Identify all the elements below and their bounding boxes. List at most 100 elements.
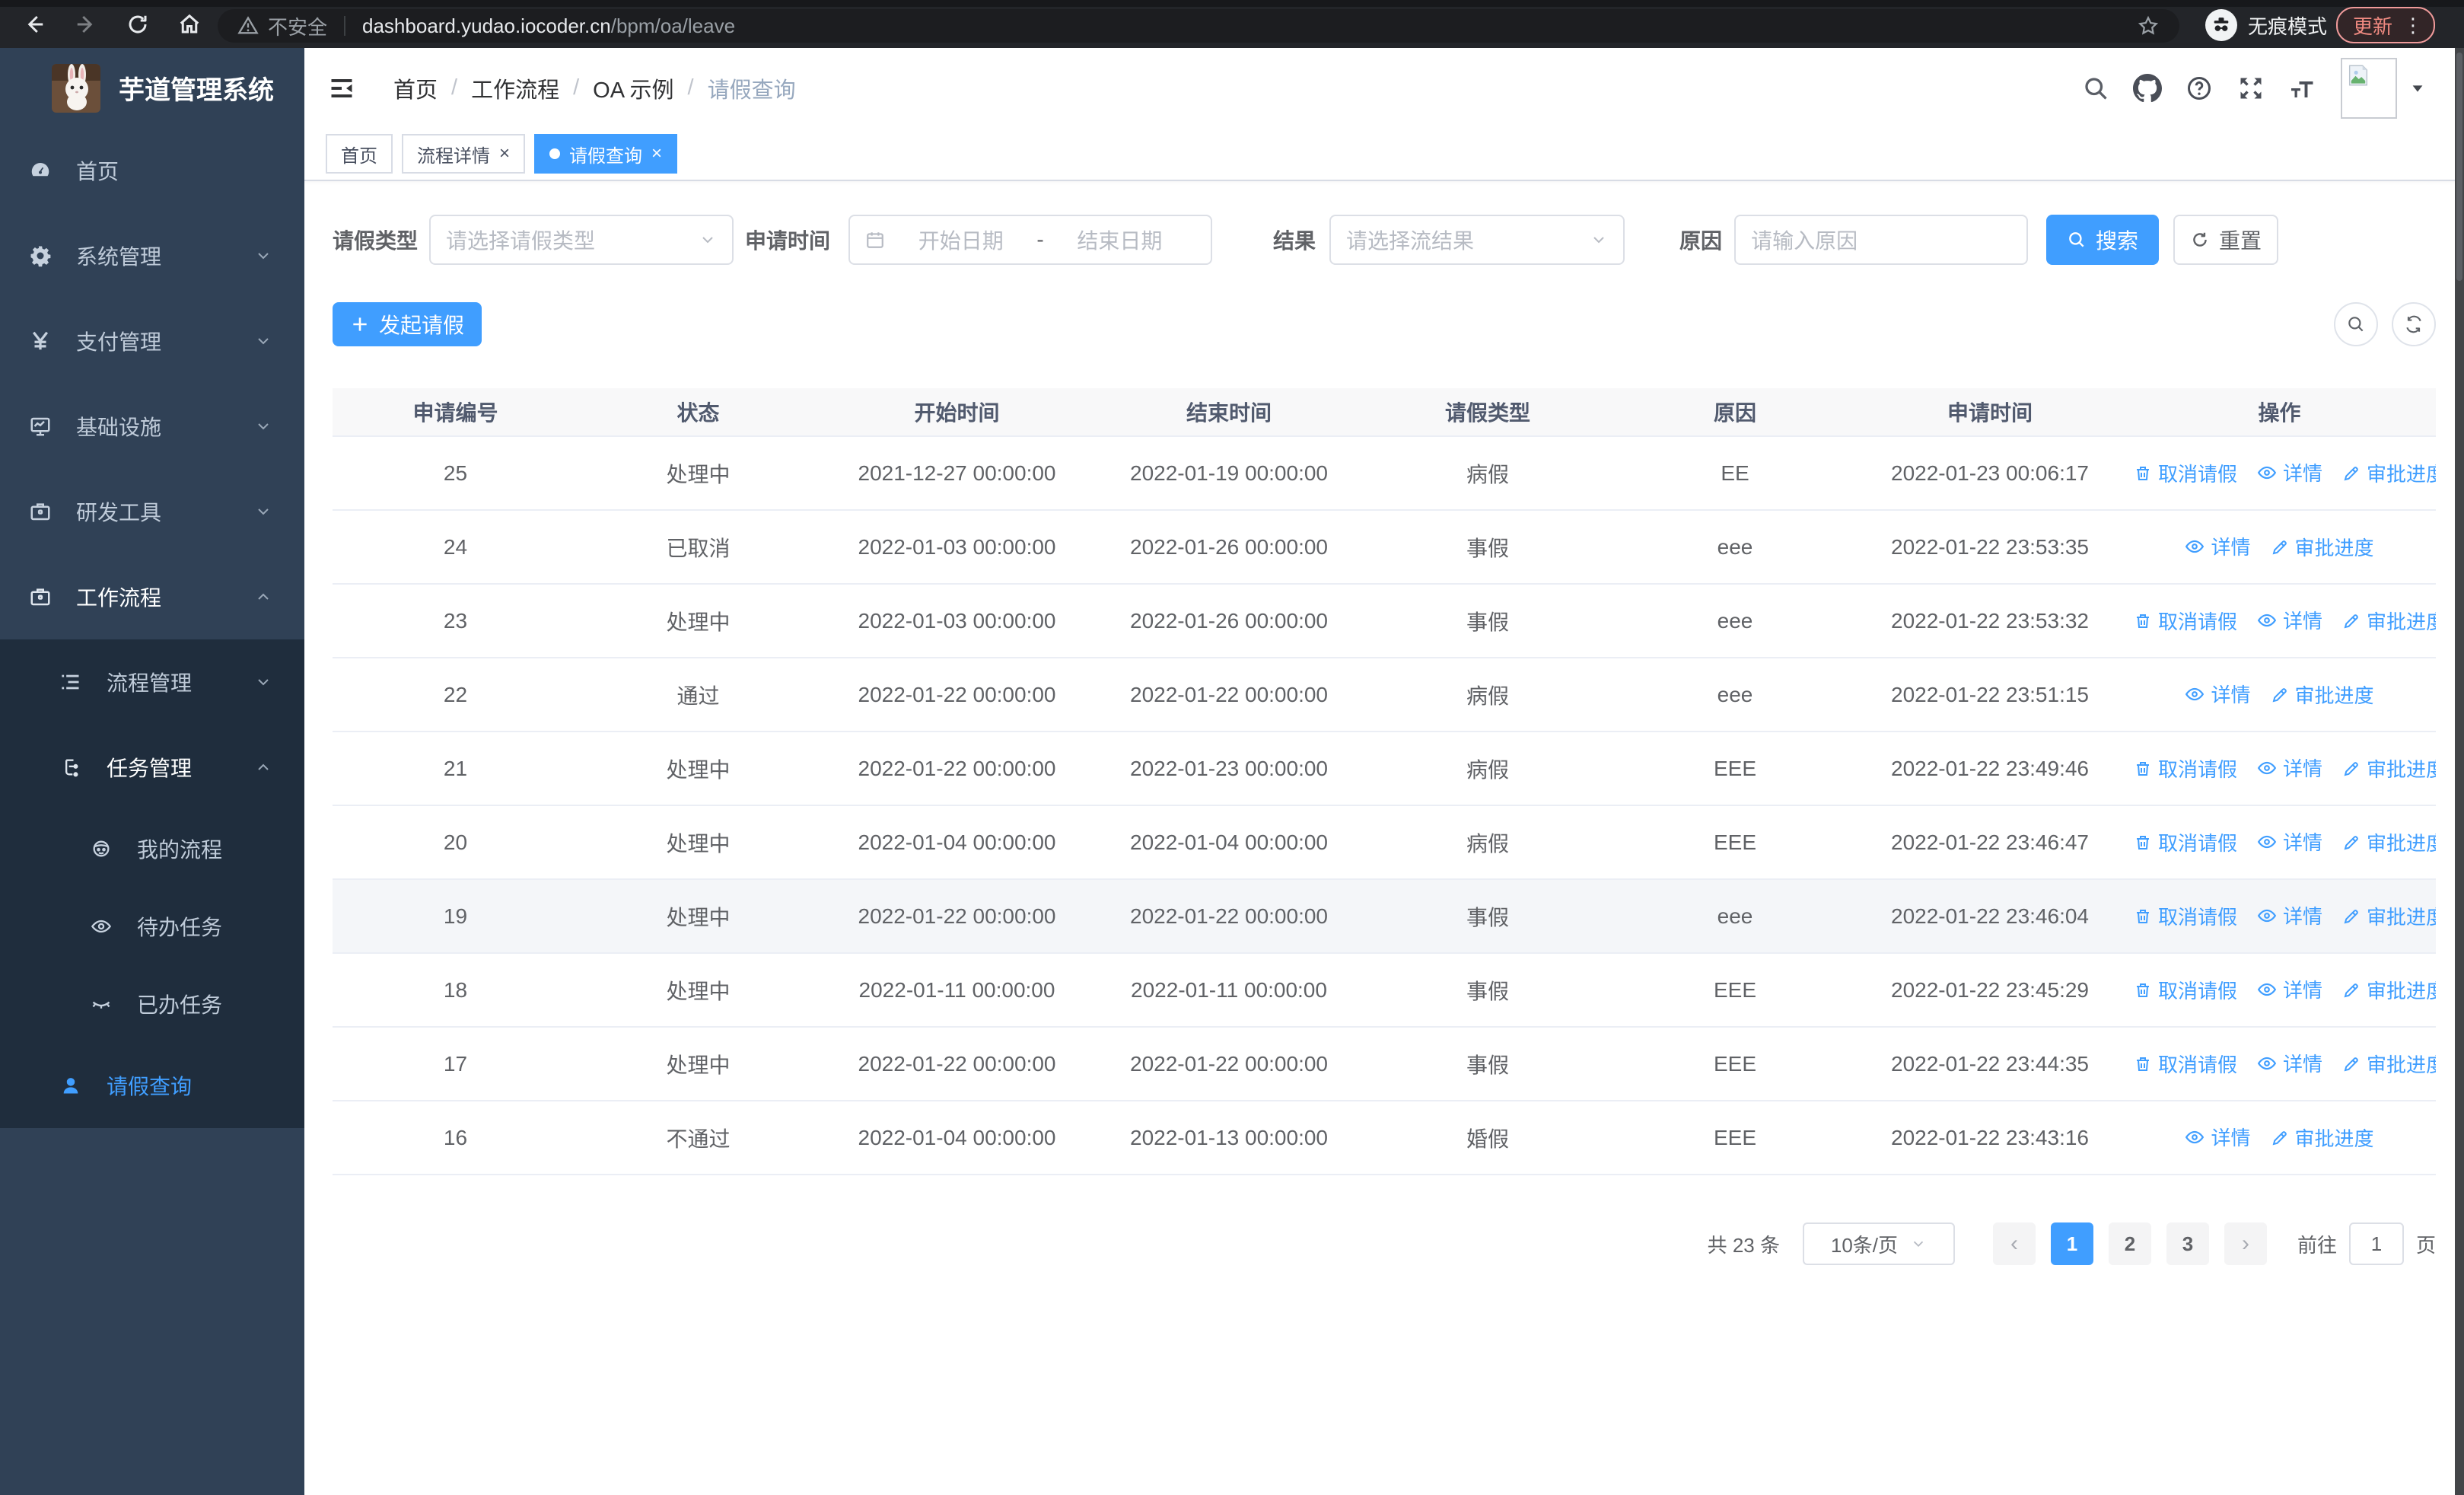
sidebar-item-workflow[interactable]: 工作流程: [0, 554, 304, 639]
toggle-search-button[interactable]: [2334, 302, 2378, 346]
sidebar-item-done-tasks[interactable]: 已办任务: [0, 965, 304, 1043]
sidebar-item-devtools[interactable]: 研发工具: [0, 469, 304, 554]
page-button-3[interactable]: 3: [2166, 1222, 2209, 1265]
avatar-caret-icon[interactable]: [2409, 80, 2426, 97]
leave-type-select[interactable]: 请选择请假类型: [429, 215, 734, 265]
action-progress-link[interactable]: 审批进度: [2342, 828, 2436, 856]
main-area: 首页 / 工作流程 / OA 示例 / 请假查询 首页 流程详情 × 请假查询 …: [304, 48, 2464, 1495]
action-progress-link[interactable]: 审批进度: [2342, 1050, 2436, 1078]
url-bar[interactable]: 不安全 dashboard.yudao.iocoder.cn/bpm/oa/le…: [218, 9, 2179, 43]
page-size-select[interactable]: 10条/页: [1802, 1222, 1955, 1265]
breadcrumb-item[interactable]: 首页: [393, 72, 438, 104]
help-icon[interactable]: [2184, 73, 2214, 104]
sidebar-item-home[interactable]: 首页: [0, 128, 304, 213]
action-progress-link[interactable]: 审批进度: [2342, 902, 2436, 930]
action-progress-link[interactable]: 审批进度: [2271, 533, 2374, 561]
select-placeholder: 请选择流结果: [1346, 229, 1475, 253]
prev-page-button[interactable]: ‹: [1992, 1222, 2036, 1265]
table-row[interactable]: 17 处理中 2022-01-22 00:00:00 2022-01-22 00:00…: [333, 1027, 2436, 1101]
table-row[interactable]: 25 处理中 2021-12-27 00:00:00 2022-01-19 00:00…: [333, 436, 2436, 511]
sidebar-item-leave-query[interactable]: 请假查询: [0, 1043, 304, 1128]
browser-update-button[interactable]: 更新 ⋮: [2335, 7, 2435, 43]
table-row[interactable]: 22 通过 2022-01-22 00:00:00 2022-01-22 00:00:…: [333, 658, 2436, 732]
table-row[interactable]: 20 处理中 2022-01-04 00:00:00 2022-01-04 00:00…: [333, 805, 2436, 880]
font-size-icon[interactable]: [2287, 73, 2318, 104]
sidebar-item-todo-tasks[interactable]: 待办任务: [0, 888, 304, 965]
tab-process-detail[interactable]: 流程详情 ×: [402, 134, 526, 174]
action-progress-link[interactable]: 审批进度: [2271, 681, 2374, 709]
action-detail-link[interactable]: 详情: [2257, 827, 2322, 856]
sidebar-item-system[interactable]: 系统管理: [0, 213, 304, 298]
security-label[interactable]: 不安全: [268, 12, 327, 40]
create-leave-button[interactable]: 发起请假: [333, 302, 482, 346]
action-detail-link[interactable]: 详情: [2185, 1123, 2251, 1151]
table-row[interactable]: 16 不通过 2022-01-04 00:00:00 2022-01-13 00:00…: [333, 1101, 2436, 1175]
browser-home-icon[interactable]: [177, 11, 202, 37]
action-progress-link[interactable]: 审批进度: [2342, 607, 2436, 635]
sidebar-item-my-process[interactable]: 我的流程: [0, 810, 304, 888]
action-cancel-link[interactable]: 取消请假: [2134, 828, 2237, 856]
action-detail-link[interactable]: 详情: [2257, 975, 2322, 1003]
tab-label: 流程详情: [417, 145, 490, 167]
browser-menu-icon[interactable]: ⋮: [2403, 15, 2423, 35]
update-label[interactable]: 更新: [2353, 11, 2392, 40]
action-progress-link[interactable]: 审批进度: [2342, 459, 2436, 487]
cell-actions: 取消请假详情审批进度: [2123, 879, 2436, 954]
action-detail-link[interactable]: 详情: [2257, 458, 2322, 486]
reason-input[interactable]: 请输入原因: [1734, 215, 2029, 265]
breadcrumb-item[interactable]: 工作流程: [471, 72, 559, 104]
table-row[interactable]: 23 处理中 2022-01-03 00:00:00 2022-01-26 00:00…: [333, 584, 2436, 658]
action-cancel-link[interactable]: 取消请假: [2134, 902, 2237, 930]
search-button[interactable]: 搜索: [2046, 215, 2160, 265]
browser-scrollbar[interactable]: [2455, 48, 2464, 1495]
table-row[interactable]: 24 已取消 2022-01-03 00:00:00 2022-01-26 00:00…: [333, 510, 2436, 585]
user-avatar[interactable]: [2341, 57, 2397, 119]
action-progress-link[interactable]: 审批进度: [2342, 976, 2436, 1004]
action-cancel-link[interactable]: 取消请假: [2134, 459, 2237, 487]
table-row[interactable]: 19 处理中 2022-01-22 00:00:00 2022-01-22 00:00…: [333, 879, 2436, 954]
briefcase-icon: [29, 500, 52, 523]
browser-forward-icon[interactable]: [73, 11, 99, 37]
action-cancel-link[interactable]: 取消请假: [2134, 1050, 2237, 1078]
sidebar-item-payment[interactable]: 支付管理: [0, 298, 304, 384]
action-progress-link[interactable]: 审批进度: [2342, 754, 2436, 783]
tab-leave-query[interactable]: 请假查询 ×: [534, 134, 678, 174]
next-page-button[interactable]: ›: [2224, 1222, 2267, 1265]
action-cancel-link[interactable]: 取消请假: [2134, 754, 2237, 783]
action-detail-link[interactable]: 详情: [2257, 754, 2322, 782]
sidebar-item-process-mgmt[interactable]: 流程管理: [0, 639, 304, 725]
col-header-applied: 申请时间: [1857, 388, 2123, 437]
sidebar-collapse-icon[interactable]: [328, 75, 355, 102]
browser-back-icon[interactable]: [21, 11, 47, 37]
sidebar-item-task-mgmt[interactable]: 任务管理: [0, 725, 304, 810]
action-detail-link[interactable]: 详情: [2185, 532, 2251, 560]
action-detail-link[interactable]: 详情: [2185, 680, 2251, 708]
fullscreen-icon[interactable]: [2236, 73, 2266, 104]
search-icon[interactable]: [2080, 73, 2111, 104]
action-detail-link[interactable]: 详情: [2257, 606, 2322, 634]
browser-chrome: 不安全 dashboard.yudao.iocoder.cn/bpm/oa/le…: [0, 0, 2464, 48]
action-detail-link[interactable]: 详情: [2257, 901, 2322, 929]
close-icon[interactable]: ×: [499, 145, 510, 163]
table-row[interactable]: 18 处理中 2022-01-11 00:00:00 2022-01-11 00:00…: [333, 953, 2436, 1028]
action-detail-link[interactable]: 详情: [2257, 1049, 2322, 1077]
action-progress-link[interactable]: 审批进度: [2271, 1124, 2374, 1152]
action-cancel-link[interactable]: 取消请假: [2134, 607, 2237, 635]
table-row[interactable]: 21 处理中 2022-01-22 00:00:00 2022-01-23 00:00…: [333, 732, 2436, 806]
close-icon[interactable]: ×: [651, 145, 662, 163]
action-cancel-link[interactable]: 取消请假: [2134, 976, 2237, 1004]
reset-button[interactable]: 重置: [2173, 215, 2279, 265]
breadcrumb-item[interactable]: OA 示例: [593, 72, 673, 104]
cell-end: 2022-01-26 00:00:00: [1096, 510, 1362, 585]
browser-reload-icon[interactable]: [125, 11, 151, 37]
refresh-table-button[interactable]: [2392, 302, 2436, 346]
page-button-1[interactable]: 1: [2050, 1222, 2093, 1265]
goto-page-input[interactable]: 1: [2348, 1222, 2404, 1265]
apply-time-range-picker[interactable]: 开始日期 - 结束日期: [848, 215, 1213, 265]
github-icon[interactable]: [2132, 73, 2163, 104]
page-button-2[interactable]: 2: [2108, 1222, 2151, 1265]
result-select[interactable]: 请选择流结果: [1329, 215, 1625, 265]
bookmark-star-icon[interactable]: [2137, 14, 2160, 37]
sidebar-item-infra[interactable]: 基础设施: [0, 384, 304, 469]
tab-home[interactable]: 首页: [326, 134, 393, 174]
